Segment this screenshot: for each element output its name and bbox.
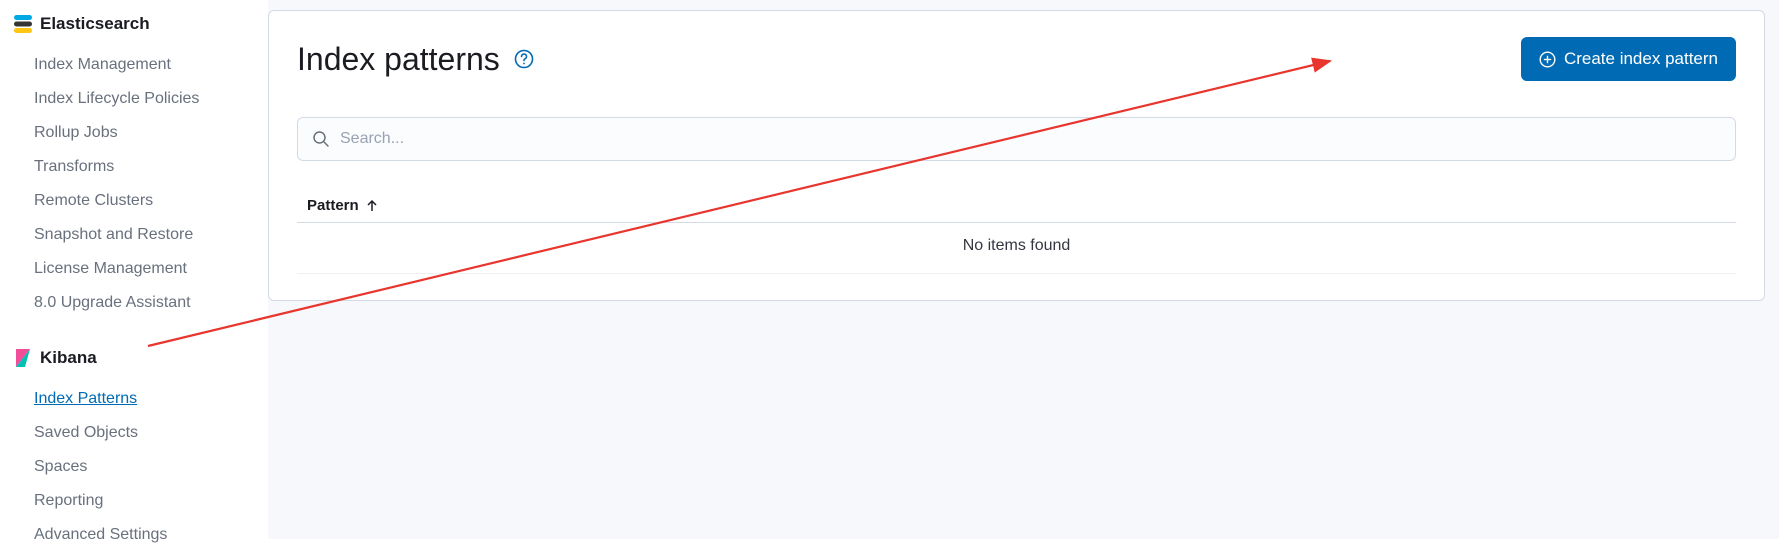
index-patterns-panel: Index patterns Create index pattern bbox=[268, 10, 1765, 301]
page-title: Index patterns bbox=[297, 41, 500, 78]
column-header-label: Pattern bbox=[307, 197, 359, 214]
table-body: No items found bbox=[297, 223, 1736, 274]
main-content: Index patterns Create index pattern bbox=[268, 0, 1779, 539]
elasticsearch-icon bbox=[14, 15, 32, 33]
nav-heading-label: Elasticsearch bbox=[40, 14, 150, 34]
sidebar-item-upgrade-assistant[interactable]: 8.0 Upgrade Assistant bbox=[14, 286, 268, 320]
nav-heading-label: Kibana bbox=[40, 348, 97, 368]
create-index-pattern-button[interactable]: Create index pattern bbox=[1521, 37, 1736, 81]
sidebar-item-advanced-settings[interactable]: Advanced Settings bbox=[14, 518, 268, 552]
sidebar-item-reporting[interactable]: Reporting bbox=[14, 484, 268, 518]
nav-section-kibana: Kibana Index Patterns Saved Objects Spac… bbox=[14, 348, 268, 552]
table-header-row: Pattern bbox=[297, 189, 1736, 223]
sidebar-item-transforms[interactable]: Transforms bbox=[14, 150, 268, 184]
search-icon bbox=[312, 130, 330, 148]
create-button-label: Create index pattern bbox=[1564, 49, 1718, 69]
sidebar-item-saved-objects[interactable]: Saved Objects bbox=[14, 416, 268, 450]
sidebar-item-remote-clusters[interactable]: Remote Clusters bbox=[14, 184, 268, 218]
sidebar-item-license-management[interactable]: License Management bbox=[14, 252, 268, 286]
sidebar-item-index-management[interactable]: Index Management bbox=[14, 48, 268, 82]
sidebar-item-index-lifecycle-policies[interactable]: Index Lifecycle Policies bbox=[14, 82, 268, 116]
plus-circle-icon bbox=[1539, 51, 1556, 68]
search-input[interactable] bbox=[340, 130, 1721, 148]
sidebar-item-snapshot-and-restore[interactable]: Snapshot and Restore bbox=[14, 218, 268, 252]
sort-ascending-icon bbox=[365, 199, 379, 213]
sidebar-item-index-patterns[interactable]: Index Patterns bbox=[14, 382, 268, 416]
nav-heading-elasticsearch: Elasticsearch bbox=[14, 14, 268, 34]
nav-section-elasticsearch: Elasticsearch Index Management Index Lif… bbox=[14, 14, 268, 320]
kibana-icon bbox=[14, 349, 32, 367]
empty-state-message: No items found bbox=[297, 223, 1736, 274]
sidebar-item-spaces[interactable]: Spaces bbox=[14, 450, 268, 484]
search-field-wrap[interactable] bbox=[297, 117, 1736, 161]
nav-heading-kibana: Kibana bbox=[14, 348, 268, 368]
column-header-pattern[interactable]: Pattern bbox=[307, 197, 379, 214]
sidebar-item-rollup-jobs[interactable]: Rollup Jobs bbox=[14, 116, 268, 150]
sidebar: Elasticsearch Index Management Index Lif… bbox=[0, 0, 268, 539]
help-icon[interactable] bbox=[514, 49, 534, 69]
